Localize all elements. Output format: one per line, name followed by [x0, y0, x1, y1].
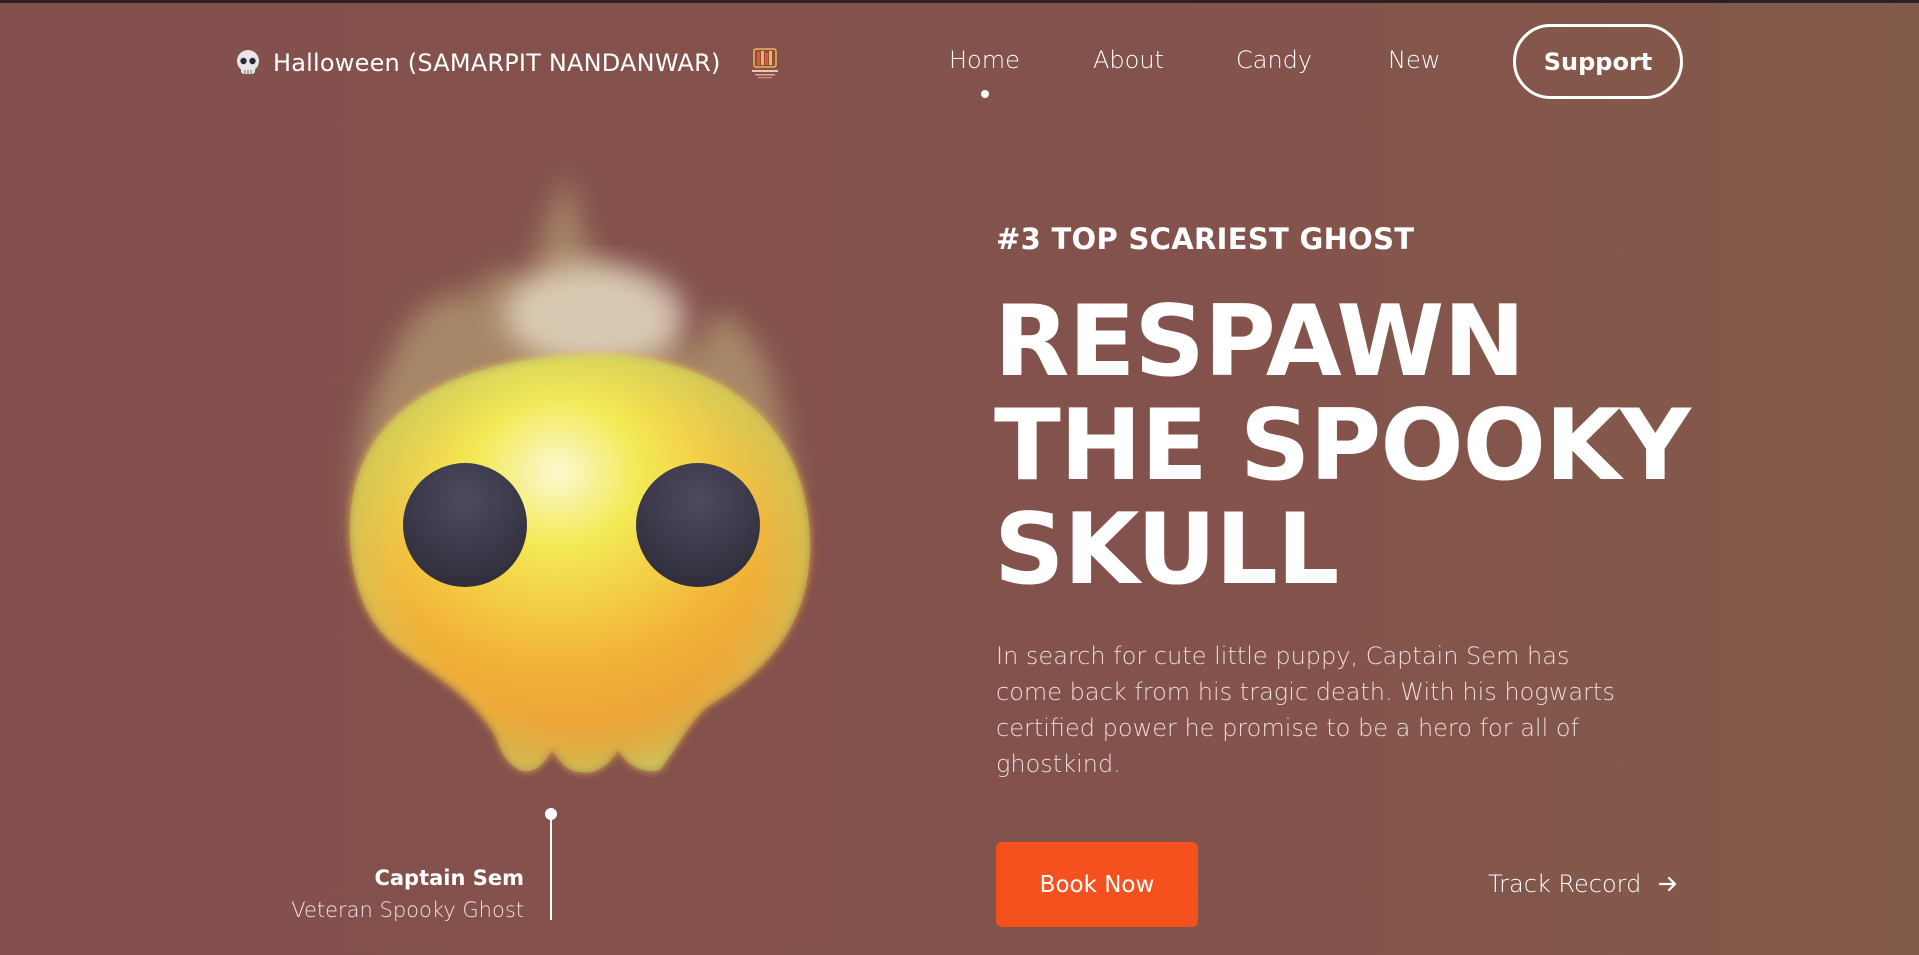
character-name: Captain Sem: [374, 866, 524, 890]
skull-left-eye: [403, 463, 527, 587]
character-role: Veteran Spooky Ghost: [291, 898, 524, 922]
skull-right-eye: [636, 463, 760, 587]
track-record-link[interactable]: Track Record: [1488, 866, 1679, 902]
skull-icon: [233, 48, 263, 78]
nav-home[interactable]: Home: [949, 46, 1020, 74]
hero-eyebrow: #3 TOP SCARIEST GHOST: [996, 222, 1415, 256]
flaming-skull-illustration: [300, 150, 860, 790]
arrow-right-icon: [1657, 873, 1679, 895]
caption-pin-line: [550, 808, 552, 920]
window-top-border: [0, 0, 1919, 3]
support-button[interactable]: Support: [1513, 24, 1683, 99]
headline-line-1: RESPAWN: [994, 285, 1525, 399]
track-record-label: Track Record: [1488, 870, 1642, 898]
bookshelf-logo: [746, 46, 784, 82]
hero-headline: RESPAWN THE SPOOKY SKULL: [994, 290, 1714, 602]
book-now-button[interactable]: Book Now: [996, 842, 1198, 927]
hero-description: In search for cute little puppy, Captain…: [996, 642, 1615, 778]
nav-new[interactable]: New: [1388, 46, 1440, 74]
nav-about[interactable]: About: [1093, 46, 1164, 74]
brand-title: Halloween (SAMARPIT NANDANWAR): [273, 49, 721, 77]
nav-active-indicator: [981, 90, 989, 98]
brand[interactable]: Halloween (SAMARPIT NANDANWAR): [233, 47, 721, 79]
nav-candy[interactable]: Candy: [1236, 46, 1312, 74]
headline-line-2: THE SPOOKY: [994, 389, 1691, 503]
headline-line-3: SKULL: [994, 493, 1339, 607]
